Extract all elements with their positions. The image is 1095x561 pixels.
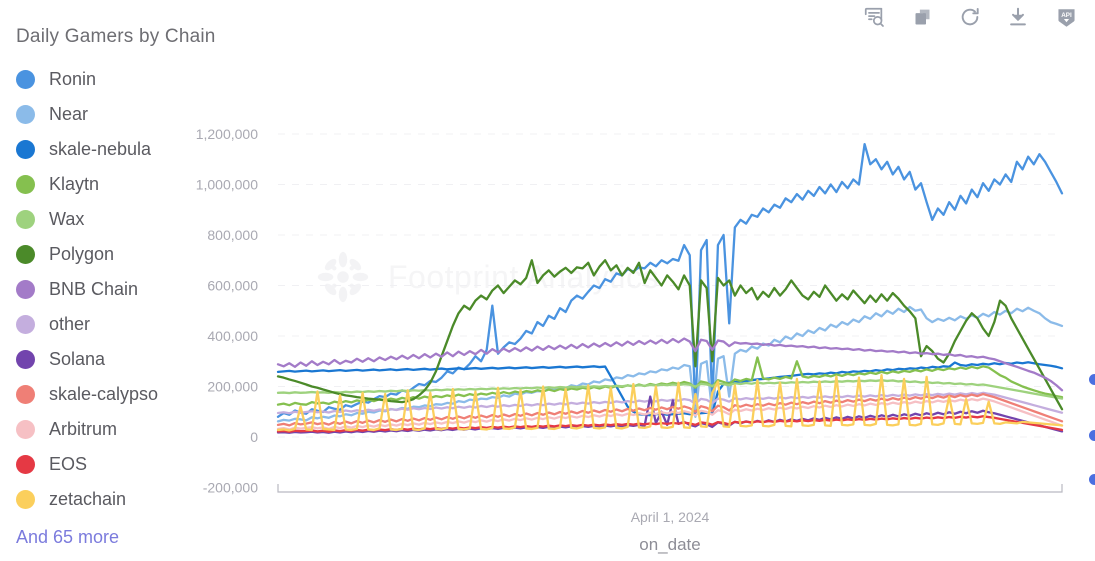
query-preview-icon[interactable] xyxy=(861,4,887,30)
legend-item[interactable]: EOS xyxy=(16,447,266,482)
x-axis-tick-label: April 1, 2024 xyxy=(631,509,710,525)
series-line xyxy=(276,305,1064,423)
legend-item-label: other xyxy=(49,314,91,334)
series-line xyxy=(276,391,1064,415)
legend-item-label: Near xyxy=(49,104,89,124)
legend-item[interactable]: Near xyxy=(16,97,266,132)
legend-item-label: skale-nebula xyxy=(49,139,152,159)
legend-item-label: Ronin xyxy=(49,69,97,89)
legend-color-dot xyxy=(16,70,35,89)
legend-color-dot xyxy=(16,175,35,194)
page-title: Daily Gamers by Chain xyxy=(16,26,216,47)
footprint-logo-icon xyxy=(317,251,369,303)
series-line xyxy=(276,392,1064,427)
partial-legend-dot xyxy=(1089,374,1095,385)
right-side-panel-partial xyxy=(1077,352,1095,522)
legend-item[interactable]: Klaytn xyxy=(16,167,266,202)
watermark-text: Footprint Analytics xyxy=(388,258,659,295)
legend-item[interactable]: other xyxy=(16,307,266,342)
legend-item-label: Wax xyxy=(49,209,85,229)
series-line xyxy=(276,373,1064,432)
legend-item[interactable]: zetachain xyxy=(16,482,266,517)
legend-item-label: skale-calypso xyxy=(49,384,159,404)
legend-color-dot xyxy=(16,140,35,159)
legend-more-link[interactable]: And 65 more xyxy=(16,521,266,553)
legend-item-label: zetachain xyxy=(49,489,127,509)
legend-item[interactable]: Arbitrum xyxy=(16,412,266,447)
legend-color-dot xyxy=(16,385,35,404)
api-icon-label: API xyxy=(1061,12,1072,19)
series-line xyxy=(276,397,1064,431)
legend-item[interactable]: Solana xyxy=(16,342,266,377)
legend-item[interactable]: BNB Chain xyxy=(16,272,266,307)
legend-item-label: EOS xyxy=(49,454,88,474)
legend-item[interactable]: Polygon xyxy=(16,237,266,272)
legend-color-dot xyxy=(16,210,35,229)
series-line xyxy=(276,415,1064,433)
legend-color-dot xyxy=(16,280,35,299)
series-line xyxy=(276,259,1064,411)
series-line xyxy=(276,361,1064,417)
legend-item[interactable]: Ronin xyxy=(16,62,266,97)
partial-legend-dot xyxy=(1089,474,1095,485)
legend-color-dot xyxy=(16,245,35,264)
legend-color-dot xyxy=(16,350,35,369)
series-line xyxy=(276,142,1064,418)
chart-widget: API Daily Gamers by Chain Ronin Near skale… xyxy=(0,0,1095,561)
legend-color-dot xyxy=(16,420,35,439)
chart-legend: Ronin Near skale-nebula Klaytn Wax Polygon BNB… xyxy=(16,62,266,553)
legend-item-label: Polygon xyxy=(49,244,115,264)
chart-toolbar: API xyxy=(861,4,1079,30)
series-line xyxy=(276,395,1064,434)
download-icon[interactable] xyxy=(1005,4,1031,30)
duplicate-icon[interactable] xyxy=(909,4,935,30)
legend-item-label: Arbitrum xyxy=(49,419,118,439)
legend-item[interactable]: skale-nebula xyxy=(16,132,266,167)
series-line xyxy=(276,356,1064,407)
series-line xyxy=(276,379,1064,400)
x-axis-title: on_date xyxy=(639,535,700,554)
partial-legend-dot xyxy=(1089,430,1095,441)
legend-item[interactable]: Wax xyxy=(16,202,266,237)
api-icon[interactable]: API xyxy=(1053,4,1079,30)
legend-color-dot xyxy=(16,455,35,474)
refresh-icon[interactable] xyxy=(957,4,983,30)
legend-color-dot xyxy=(16,105,35,124)
legend-item-label: BNB Chain xyxy=(49,279,139,299)
series-line xyxy=(276,337,1064,392)
legend-item-label: Klaytn xyxy=(49,174,100,194)
watermark: Footprint Analytics xyxy=(312,246,659,308)
legend-color-dot xyxy=(16,490,35,509)
legend-item[interactable]: skale-calypso xyxy=(16,377,266,412)
legend-color-dot xyxy=(16,315,35,334)
legend-item-label: Solana xyxy=(49,349,106,369)
